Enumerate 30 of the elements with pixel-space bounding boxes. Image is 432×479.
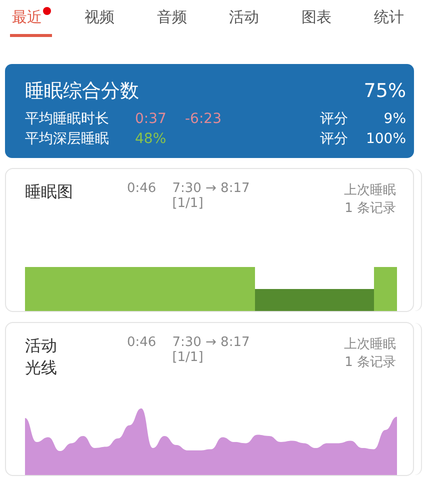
time-range-text: 7:30 → 8:17 bbox=[172, 181, 250, 196]
tab[interactable]: 图表 bbox=[300, 6, 342, 37]
rating-value: 9% bbox=[382, 111, 406, 127]
tab[interactable]: 统计 bbox=[372, 6, 414, 37]
stat-label: 平均睡眠时长 bbox=[25, 110, 110, 128]
duration-text: 0:46 bbox=[127, 335, 156, 352]
tab[interactable]: 视频 bbox=[82, 6, 124, 37]
time-range-text: 7:30 → 8:17 bbox=[172, 335, 250, 350]
card-title: 活动 bbox=[25, 335, 57, 357]
tab[interactable]: 音频 bbox=[154, 6, 197, 37]
stat-delta: -6:23 bbox=[185, 111, 222, 127]
stat-value: 48% bbox=[135, 131, 168, 147]
card-title: 睡眠图 bbox=[25, 181, 73, 203]
tab[interactable]: 活动 bbox=[227, 6, 270, 37]
record-count: 1 条记录 bbox=[344, 200, 396, 217]
score-value: 75% bbox=[364, 80, 406, 102]
rating-value: 100% bbox=[364, 131, 406, 147]
page-indicator: [1/1] bbox=[172, 350, 204, 365]
rating-label: 评分 bbox=[320, 130, 348, 148]
record-count: 1 条记录 bbox=[344, 354, 396, 371]
page-indicator: [1/1] bbox=[172, 196, 204, 211]
stat-value: 0:37 bbox=[135, 111, 168, 127]
caption-text: 上次睡眠 bbox=[344, 182, 396, 199]
tab[interactable]: 最近 bbox=[10, 6, 52, 37]
stat-label: 平均深层睡眠 bbox=[25, 130, 110, 148]
duration-text: 0:46 bbox=[127, 181, 156, 198]
rating-label: 评分 bbox=[320, 110, 348, 128]
card-title: 光线 bbox=[25, 357, 57, 380]
card-title: 睡眠综合分数 bbox=[25, 79, 140, 104]
caption-text: 上次睡眠 bbox=[344, 336, 396, 353]
